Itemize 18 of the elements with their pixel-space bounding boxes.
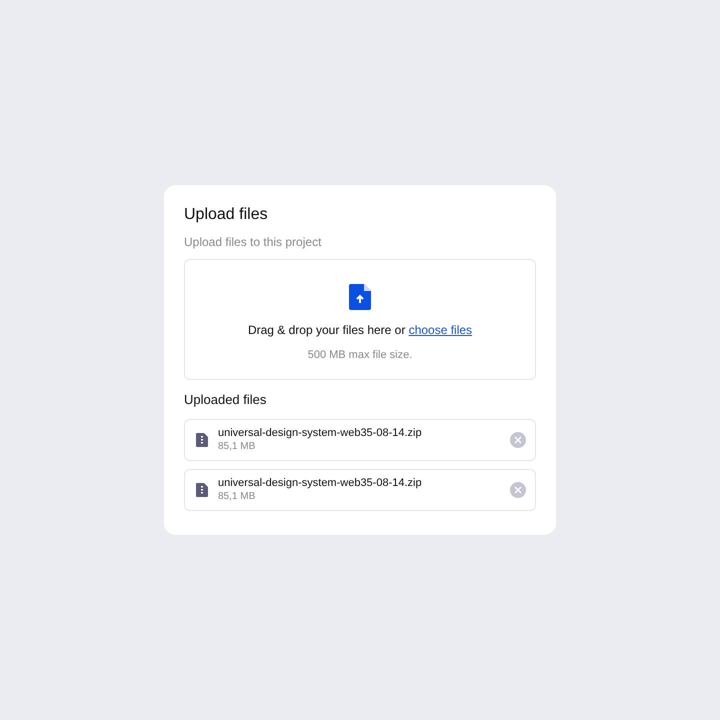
file-size: 85,1 MB [218,490,256,503]
file-name: universal-design-system-web35-08-14.zip [218,476,423,490]
file-upload-icon [349,284,371,310]
dropzone[interactable]: Drag & drop your files here or choose files 500 MB max file size. [184,259,536,380]
remove-file-button[interactable] [510,432,526,448]
remove-file-button[interactable] [510,482,526,498]
zip-file-icon [196,432,208,447]
close-icon [514,436,522,444]
zip-file-icon [196,482,208,497]
file-size: 85,1 MB [218,440,256,453]
card-subtitle: Upload files to this project [184,234,322,252]
size-limit-note: 500 MB max file size. [308,348,412,364]
file-name: universal-design-system-web35-08-14.zip [218,426,423,440]
close-icon [514,486,522,494]
dropzone-prompt: Drag & drop your files here or [248,323,406,338]
uploaded-heading: Uploaded files [184,391,268,410]
choose-files-link[interactable]: choose files [408,323,472,338]
card-title: Upload files [184,205,269,226]
